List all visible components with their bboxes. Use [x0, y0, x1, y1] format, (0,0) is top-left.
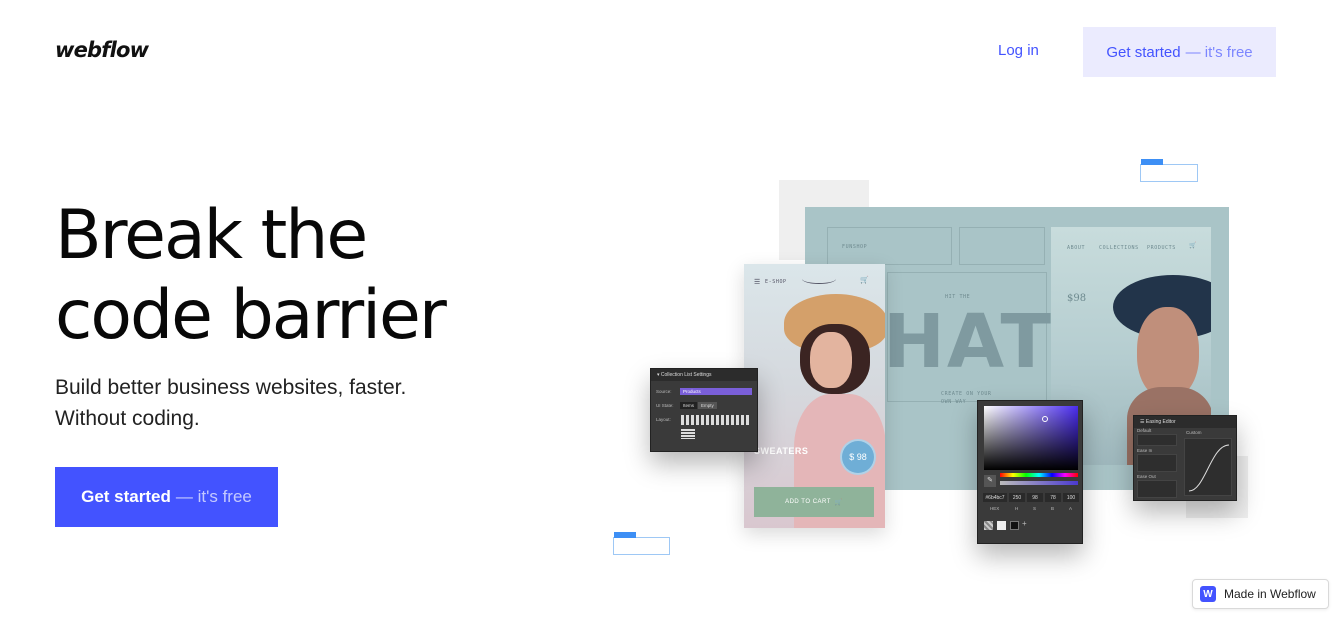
phone-price-bubble: $ 98 — [840, 439, 876, 475]
swatch-white[interactable] — [997, 521, 1006, 530]
b-input[interactable]: 78 — [1045, 493, 1061, 502]
easing-custom-label: Custom — [1186, 430, 1202, 435]
color-picker-panel: ✎ #6b4bc7 250 98 78 100 HEX H S B A + — [977, 400, 1083, 544]
cart-icon: 🛒 — [860, 277, 869, 284]
layout-option-list[interactable] — [681, 429, 695, 439]
selection-tag — [1141, 159, 1163, 165]
site-nav-collections: COLLECTIONS — [1099, 245, 1139, 251]
easing-group-default: Default — [1137, 428, 1152, 433]
panel-title-text: Collection List Settings — [660, 372, 712, 378]
selection-tag — [614, 532, 636, 538]
hero-title-line-2: code barrier — [55, 276, 447, 355]
state-empty-tab[interactable]: Empty — [698, 402, 717, 409]
layout-options[interactable] — [681, 415, 751, 425]
hero-cta-label: Get started — [81, 487, 171, 506]
easing-curve-graph[interactable] — [1184, 438, 1232, 496]
cart-icon: 🛒 — [834, 499, 843, 506]
selection-box-bottom — [613, 532, 670, 555]
phone-preview: ☰ E-SHOP 🛒 SWEATERS $ 98 ADD TO CART 🛒 — [744, 264, 885, 528]
layout-label: Layout: — [656, 417, 671, 422]
mode-a: A — [1069, 506, 1073, 511]
site-tagline-1: CREATE ON YOUR — [941, 391, 992, 397]
signature-mark — [802, 274, 836, 284]
swatch-black[interactable] — [1010, 521, 1019, 530]
add-to-cart-label: ADD TO CART — [785, 499, 831, 505]
state-items-tab[interactable]: Items — [680, 402, 698, 409]
site-tagline-2: OWN WAY — [941, 399, 967, 405]
mode-s: S — [1033, 506, 1037, 511]
easing-editor-panel: ☰ Easing Editor Default Ease In Ease Out… — [1133, 415, 1237, 501]
easing-title-text: Easing Editor — [1145, 419, 1176, 425]
collection-list-settings-panel: ▾ Collection List Settings Source: Produ… — [650, 368, 758, 452]
woman-face — [810, 332, 852, 388]
hue-slider[interactable] — [1000, 473, 1078, 477]
webflow-logo[interactable]: webflow — [55, 38, 149, 62]
easing-presets-row[interactable] — [1137, 454, 1177, 472]
easing-curve-svg — [1188, 444, 1230, 492]
hero-get-started-button[interactable]: Get started — it's free — [55, 467, 278, 527]
cart-icon: 🛒 — [1189, 243, 1197, 249]
mode-b: B — [1051, 506, 1055, 511]
h-input[interactable]: 250 — [1009, 493, 1025, 502]
phone-shop-label: E-SHOP — [765, 279, 787, 285]
header-cta-label: Get started — [1106, 43, 1181, 61]
hero-subtitle-line-1: Build better business websites, faster. — [55, 376, 407, 399]
swatch-transparent[interactable] — [984, 521, 993, 530]
alpha-slider[interactable] — [1000, 481, 1078, 485]
site-nav-about: ABOUT — [1067, 245, 1086, 251]
selection-box-top — [1140, 159, 1198, 182]
easing-curve — [1188, 444, 1230, 492]
hero-subtitle-line-2: Without coding. — [55, 407, 200, 430]
badge-label: Made in Webflow — [1224, 587, 1316, 601]
phone-category: SWEATERS — [754, 446, 809, 456]
panel-title: ▾ Collection List Settings — [651, 369, 757, 381]
hero-cta-suffix: — it's free — [175, 487, 252, 506]
source-label: Source: — [656, 389, 672, 394]
login-link[interactable]: Log in — [998, 42, 1039, 59]
hero-illustration: FUNSHOP HIT THE HATS CREATE ON YOUR OWN … — [600, 150, 1280, 570]
hero-subtitle: Build better business websites, faster. … — [55, 372, 406, 434]
eyedropper-icon[interactable]: ✎ — [984, 475, 996, 487]
webflow-badge-icon: W — [1200, 586, 1216, 602]
hex-input[interactable]: #6b4bc7 — [983, 493, 1007, 502]
ui-state-label: UI State: — [656, 403, 674, 408]
hero-title-line-1: Break the — [55, 196, 368, 275]
easing-title: ☰ Easing Editor — [1134, 416, 1236, 428]
header-get-started-button[interactable]: Get started — it's free — [1083, 27, 1276, 77]
made-in-webflow-badge[interactable]: W Made in Webflow — [1192, 579, 1329, 609]
source-select[interactable]: Products — [680, 388, 752, 395]
picker-handle[interactable] — [1042, 416, 1048, 422]
easing-group-ease-out: Ease Out — [1137, 474, 1156, 479]
header-cta-suffix: — it's free — [1185, 43, 1253, 61]
man-face — [1137, 307, 1199, 399]
s-input[interactable]: 98 — [1027, 493, 1043, 502]
site-header-box — [959, 227, 1045, 265]
easing-presets-row[interactable] — [1137, 434, 1177, 446]
easing-group-ease-in: Ease In — [1137, 448, 1153, 453]
add-swatch-icon[interactable]: + — [1022, 519, 1027, 528]
menu-icon: ☰ — [754, 279, 761, 286]
site-brand: FUNSHOP — [842, 244, 868, 250]
hero-title: Break the code barrier — [55, 196, 615, 356]
product-price: $98 — [1067, 293, 1087, 304]
a-input[interactable]: 100 — [1063, 493, 1079, 502]
site-header-box: FUNSHOP — [827, 227, 952, 265]
mode-h: H — [1015, 506, 1019, 511]
add-to-cart-button[interactable]: ADD TO CART 🛒 — [754, 487, 874, 517]
mode-hex: HEX — [990, 506, 1000, 511]
easing-presets-row[interactable] — [1137, 480, 1177, 498]
site-nav-products: PRODUCTS — [1147, 245, 1176, 251]
color-saturation-field[interactable] — [984, 406, 1078, 470]
